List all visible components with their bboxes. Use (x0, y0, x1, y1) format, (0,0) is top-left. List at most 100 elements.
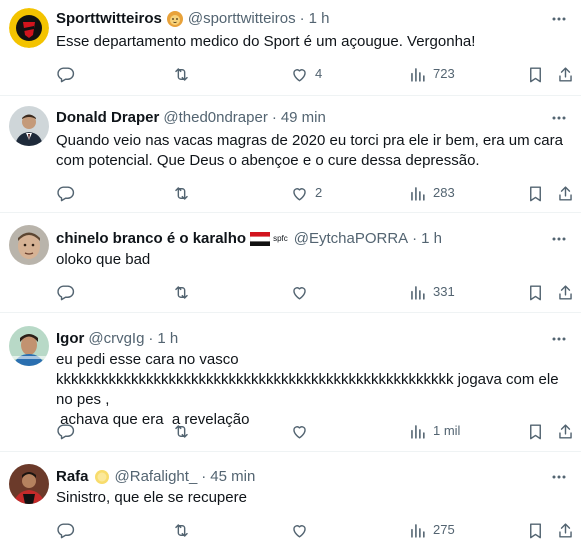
tweet[interactable]: Igor @crvgIg · 1 h eu pedi esse cara no … (0, 313, 581, 452)
reply-button[interactable] (56, 64, 81, 84)
bookmark-icon (530, 284, 541, 300)
tweet-actions: 2 283 (56, 183, 572, 203)
like-button[interactable] (290, 520, 315, 540)
author-name[interactable]: Rafa (56, 467, 89, 487)
views-icon (411, 285, 425, 300)
separator-dot: · (412, 230, 418, 247)
avatar[interactable] (9, 326, 49, 366)
retweet-button[interactable] (172, 64, 197, 84)
reply-icon (57, 423, 75, 439)
reply-button[interactable] (56, 520, 81, 540)
timestamp[interactable]: 49 min (281, 108, 326, 128)
author-handle[interactable]: @sporttwitteiros (188, 9, 296, 29)
author-handle[interactable]: @crvgIg (88, 329, 144, 349)
bookmark-button[interactable] (526, 64, 545, 84)
timestamp[interactable]: 1 h (421, 229, 442, 249)
timestamp[interactable]: 1 h (309, 9, 330, 29)
like-button[interactable]: 4 (290, 64, 322, 84)
retweet-button[interactable] (172, 421, 197, 441)
views-button[interactable]: 1 mil (408, 421, 460, 441)
tweet[interactable]: Donald Draper @thed0ndraper · 49 min Qua… (0, 96, 581, 213)
share-button[interactable] (556, 282, 575, 302)
sport-logo-avatar (9, 8, 49, 48)
tweet-feed: Sporttwitteiros @sporttwitteiros · 1 h E… (0, 0, 581, 549)
share-icon (559, 66, 572, 82)
retweet-icon (175, 285, 188, 299)
reply-button[interactable] (56, 183, 81, 203)
like-icon (293, 286, 306, 300)
tweet-actions: 1 mil (56, 421, 572, 441)
lion-badge-icon (166, 10, 184, 28)
views-count: 723 (433, 66, 455, 81)
author-handle[interactable]: @EytchaPORRA (294, 229, 408, 249)
avatar-image (9, 225, 49, 265)
share-button[interactable] (556, 64, 575, 84)
tweet-text: oloko que bad (56, 251, 151, 268)
share-button[interactable] (556, 520, 575, 540)
like-button[interactable] (290, 282, 315, 302)
share-button[interactable] (556, 421, 575, 441)
author-name[interactable]: Sporttwitteiros (56, 9, 162, 29)
retweet-button[interactable] (172, 183, 197, 203)
more-icon[interactable] (549, 229, 569, 249)
views-button[interactable]: 283 (408, 183, 455, 203)
share-button[interactable] (556, 183, 575, 203)
views-count: 283 (433, 185, 455, 200)
tweet-actions: 275 (56, 520, 572, 540)
reply-button[interactable] (56, 282, 81, 302)
sun-badge-icon (93, 468, 111, 486)
avatar-image (9, 464, 49, 504)
avatar[interactable] (9, 225, 49, 265)
separator-dot: · (299, 10, 305, 27)
share-icon (559, 284, 572, 300)
views-button[interactable]: 331 (408, 282, 455, 302)
like-icon (293, 524, 306, 538)
tweet[interactable]: Rafa @Rafalight_ · 45 min Sinistro, que … (0, 452, 581, 549)
tweet-actions: 331 (56, 282, 572, 302)
bookmark-button[interactable] (526, 183, 545, 203)
reply-icon (57, 185, 75, 201)
avatar[interactable] (9, 464, 49, 504)
avatar[interactable] (9, 106, 49, 146)
flag-icon (250, 232, 271, 246)
tweet[interactable]: chinelo branco é o karalho spfc @EytchaP… (0, 213, 581, 313)
retweet-button[interactable] (172, 520, 197, 540)
views-icon (411, 523, 425, 538)
like-button[interactable]: 2 (290, 183, 322, 203)
views-button[interactable]: 275 (408, 520, 455, 540)
timestamp[interactable]: 1 h (157, 329, 178, 349)
timestamp[interactable]: 45 min (210, 467, 255, 487)
like-count: 2 (315, 185, 323, 200)
bookmark-icon (530, 185, 541, 201)
tweet-actions: 4 723 (56, 64, 572, 84)
share-icon (559, 423, 572, 439)
retweet-icon (175, 67, 188, 81)
more-icon[interactable] (549, 329, 569, 349)
more-icon[interactable] (549, 108, 569, 128)
tweet-text: Sinistro, que ele se recupere (56, 489, 247, 506)
separator-dot: · (271, 109, 277, 126)
more-icon[interactable] (549, 9, 569, 29)
share-icon (559, 185, 572, 201)
retweet-icon (175, 523, 188, 537)
author-name[interactable]: Igor (56, 329, 84, 349)
reply-icon (57, 66, 75, 82)
avatar[interactable] (9, 8, 49, 48)
reply-icon (57, 284, 75, 300)
retweet-button[interactable] (172, 282, 197, 302)
author-handle[interactable]: @Rafalight_ (115, 467, 198, 487)
like-icon (293, 187, 306, 201)
bookmark-button[interactable] (526, 421, 545, 441)
more-icon[interactable] (549, 467, 569, 487)
reply-button[interactable] (56, 421, 81, 441)
like-button[interactable] (290, 421, 315, 441)
author-name[interactable]: Donald Draper (56, 108, 159, 128)
author-name[interactable]: chinelo branco é o karalho (56, 229, 246, 249)
author-handle[interactable]: @thed0ndraper (163, 108, 267, 128)
views-count: 275 (433, 522, 455, 537)
views-button[interactable]: 723 (408, 64, 455, 84)
tweet[interactable]: Sporttwitteiros @sporttwitteiros · 1 h E… (0, 0, 581, 96)
bookmark-button[interactable] (526, 282, 545, 302)
avatar-image (9, 326, 49, 366)
bookmark-button[interactable] (526, 520, 545, 540)
